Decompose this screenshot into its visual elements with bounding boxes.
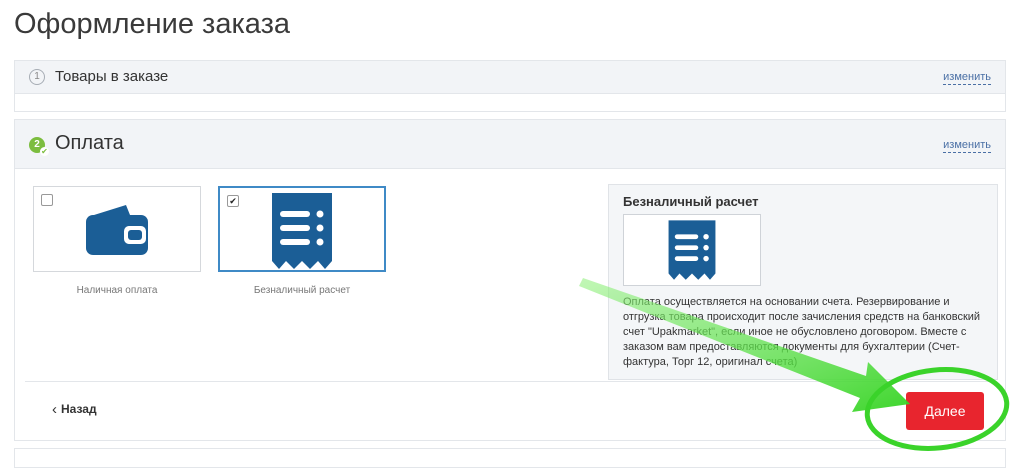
payment-option-cashless[interactable]: ✔ xyxy=(218,186,386,272)
change-payment-link[interactable]: изменить xyxy=(943,139,991,153)
step-products-title: Товары в заказе xyxy=(55,68,169,85)
payment-info-box: Безналичный расчет Оплата осуществляется… xyxy=(608,184,998,380)
step-products-panel: 1 Товары в заказе изменить xyxy=(14,60,1006,112)
step-number-badge: 1 xyxy=(29,69,45,85)
cash-checkbox[interactable] xyxy=(41,194,53,206)
step-payment-header: 2 ✔ Оплата изменить xyxy=(15,120,1005,169)
next-step-panel xyxy=(14,448,1006,468)
payment-info-text: Оплата осуществляется на основании счета… xyxy=(623,296,981,368)
payment-cash-label: Наличная оплата xyxy=(76,285,158,296)
receipt-icon xyxy=(272,193,332,269)
step-check-icon: ✔ xyxy=(40,147,49,156)
step-payment-title: Оплата xyxy=(55,132,124,154)
payment-cashless-label: Безналичный расчет xyxy=(253,285,351,296)
payment-info-title: Безналичный расчет xyxy=(623,194,759,209)
wallet-icon xyxy=(86,205,148,255)
change-products-link[interactable]: изменить xyxy=(943,71,991,85)
next-button[interactable]: Далее xyxy=(906,392,984,430)
divider xyxy=(25,381,995,382)
back-button[interactable]: ‹ Назад xyxy=(52,400,97,418)
back-label: Назад xyxy=(61,402,97,416)
receipt-icon xyxy=(668,220,716,280)
chevron-left-icon: ‹ xyxy=(52,401,57,418)
page-title: Оформление заказа xyxy=(14,8,291,40)
step-products-header: 1 Товары в заказе изменить xyxy=(15,61,1005,94)
cashless-checkbox[interactable]: ✔ xyxy=(227,195,239,207)
step-payment-panel: 2 ✔ Оплата изменить ✔ Наличная оплата Бе… xyxy=(14,119,1006,441)
payment-option-cash[interactable] xyxy=(33,186,201,272)
payment-info-thumbnail xyxy=(623,214,761,286)
